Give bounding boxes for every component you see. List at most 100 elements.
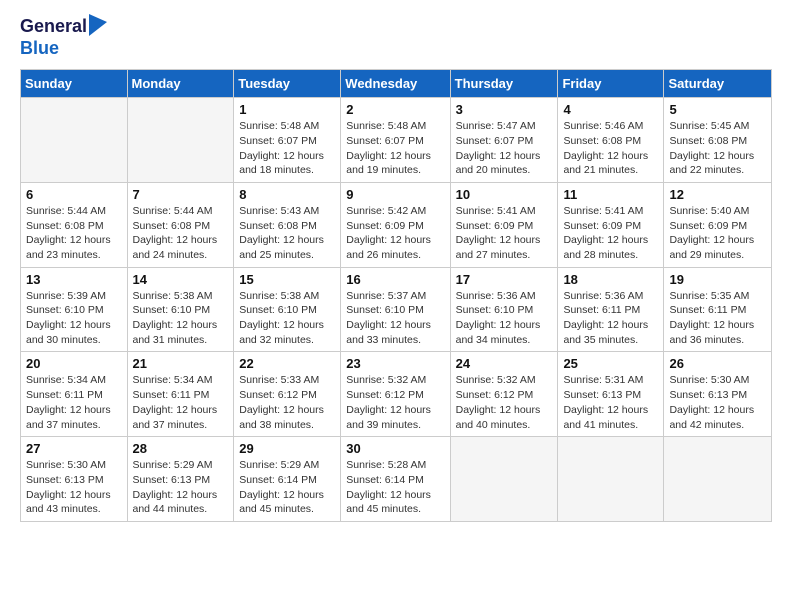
- day-number: 30: [346, 441, 444, 456]
- day-number: 2: [346, 102, 444, 117]
- logo-blue: Blue: [20, 38, 59, 58]
- day-detail: Sunrise: 5:40 AMSunset: 6:09 PMDaylight:…: [669, 204, 766, 263]
- day-number: 22: [239, 356, 335, 371]
- calendar-cell: 8 Sunrise: 5:43 AMSunset: 6:08 PMDaylight…: [234, 182, 341, 267]
- day-number: 11: [563, 187, 658, 202]
- calendar-header-monday: Monday: [127, 70, 234, 98]
- week-row-3: 13Sunrise: 5:39 AMSunset: 6:10 PMDayligh…: [21, 267, 772, 352]
- calendar-cell: 29 Sunrise: 5:29 AMSunset: 6:14 PMDayligh…: [234, 437, 341, 522]
- day-number: 5: [669, 102, 766, 117]
- day-number: 16: [346, 272, 444, 287]
- day-detail: Sunrise: 5:44 AMSunset: 6:08 PMDaylight:…: [133, 204, 229, 263]
- day-detail: Sunrise: 5:37 AMSunset: 6:10 PMDaylight:…: [346, 289, 444, 348]
- day-number: 19: [669, 272, 766, 287]
- week-row-4: 20 Sunrise: 5:34 AMSunset: 6:11 PMDayligh…: [21, 352, 772, 437]
- logo-general: General: [20, 16, 87, 38]
- calendar-cell: 23 Sunrise: 5:32 AMSunset: 6:12 PMDayligh…: [341, 352, 450, 437]
- calendar-header-tuesday: Tuesday: [234, 70, 341, 98]
- calendar-cell: [21, 98, 128, 183]
- calendar-cell: 22 Sunrise: 5:33 AMSunset: 6:12 PMDayligh…: [234, 352, 341, 437]
- day-number: 25: [563, 356, 658, 371]
- calendar-table: SundayMondayTuesdayWednesdayThursdayFrid…: [20, 69, 772, 522]
- day-detail: Sunrise: 5:36 AMSunset: 6:11 PMDaylight:…: [563, 289, 658, 348]
- day-number: 28: [133, 441, 229, 456]
- calendar-header-wednesday: Wednesday: [341, 70, 450, 98]
- calendar-header-row: SundayMondayTuesdayWednesdayThursdayFrid…: [21, 70, 772, 98]
- calendar-cell: 3Sunrise: 5:47 AMSunset: 6:07 PMDaylight…: [450, 98, 558, 183]
- calendar-header-thursday: Thursday: [450, 70, 558, 98]
- day-detail: Sunrise: 5:32 AMSunset: 6:12 PMDaylight:…: [346, 373, 444, 432]
- calendar-cell: 2 Sunrise: 5:48 AMSunset: 6:07 PMDaylight…: [341, 98, 450, 183]
- day-detail: Sunrise: 5:48 AMSunset: 6:07 PMDaylight:…: [346, 119, 444, 178]
- week-row-2: 6 Sunrise: 5:44 AMSunset: 6:08 PMDaylight…: [21, 182, 772, 267]
- day-detail: Sunrise: 5:33 AMSunset: 6:12 PMDaylight:…: [239, 373, 335, 432]
- calendar-cell: 11 Sunrise: 5:41 AMSunset: 6:09 PMDayligh…: [558, 182, 664, 267]
- calendar-cell: 24 Sunrise: 5:32 AMSunset: 6:12 PMDayligh…: [450, 352, 558, 437]
- calendar-cell: [450, 437, 558, 522]
- day-detail: Sunrise: 5:46 AMSunset: 6:08 PMDaylight:…: [563, 119, 658, 178]
- day-number: 10: [456, 187, 553, 202]
- calendar-cell: [664, 437, 772, 522]
- day-number: 27: [26, 441, 122, 456]
- day-detail: Sunrise: 5:44 AMSunset: 6:08 PMDaylight:…: [26, 204, 122, 263]
- day-number: 14: [133, 272, 229, 287]
- calendar-cell: 10 Sunrise: 5:41 AMSunset: 6:09 PMDayligh…: [450, 182, 558, 267]
- day-number: 17: [456, 272, 553, 287]
- week-row-5: 27Sunrise: 5:30 AMSunset: 6:13 PMDayligh…: [21, 437, 772, 522]
- day-detail: Sunrise: 5:35 AMSunset: 6:11 PMDaylight:…: [669, 289, 766, 348]
- day-number: 29: [239, 441, 335, 456]
- calendar-cell: 18 Sunrise: 5:36 AMSunset: 6:11 PMDayligh…: [558, 267, 664, 352]
- day-detail: Sunrise: 5:41 AMSunset: 6:09 PMDaylight:…: [563, 204, 658, 263]
- day-detail: Sunrise: 5:29 AMSunset: 6:14 PMDaylight:…: [239, 458, 335, 517]
- calendar-cell: 4Sunrise: 5:46 AMSunset: 6:08 PMDaylight…: [558, 98, 664, 183]
- day-detail: Sunrise: 5:39 AMSunset: 6:10 PMDaylight:…: [26, 289, 122, 348]
- calendar-cell: 14Sunrise: 5:38 AMSunset: 6:10 PMDayligh…: [127, 267, 234, 352]
- calendar-cell: 27Sunrise: 5:30 AMSunset: 6:13 PMDayligh…: [21, 437, 128, 522]
- day-detail: Sunrise: 5:34 AMSunset: 6:11 PMDaylight:…: [133, 373, 229, 432]
- calendar-header-friday: Friday: [558, 70, 664, 98]
- day-number: 15: [239, 272, 335, 287]
- day-number: 1: [239, 102, 335, 117]
- day-number: 24: [456, 356, 553, 371]
- day-detail: Sunrise: 5:48 AMSunset: 6:07 PMDaylight:…: [239, 119, 335, 178]
- calendar-cell: 17 Sunrise: 5:36 AMSunset: 6:10 PMDayligh…: [450, 267, 558, 352]
- calendar-cell: 15 Sunrise: 5:38 AMSunset: 6:10 PMDayligh…: [234, 267, 341, 352]
- calendar-cell: [127, 98, 234, 183]
- day-number: 21: [133, 356, 229, 371]
- day-detail: Sunrise: 5:47 AMSunset: 6:07 PMDaylight:…: [456, 119, 553, 178]
- calendar-header-sunday: Sunday: [21, 70, 128, 98]
- day-detail: Sunrise: 5:43 AMSunset: 6:08 PMDaylight:…: [239, 204, 335, 263]
- day-detail: Sunrise: 5:32 AMSunset: 6:12 PMDaylight:…: [456, 373, 553, 432]
- calendar-cell: 21 Sunrise: 5:34 AMSunset: 6:11 PMDayligh…: [127, 352, 234, 437]
- calendar-cell: 9 Sunrise: 5:42 AMSunset: 6:09 PMDaylight…: [341, 182, 450, 267]
- day-detail: Sunrise: 5:31 AMSunset: 6:13 PMDaylight:…: [563, 373, 658, 432]
- day-detail: Sunrise: 5:36 AMSunset: 6:10 PMDaylight:…: [456, 289, 553, 348]
- logo-icon: [89, 14, 107, 36]
- day-number: 7: [133, 187, 229, 202]
- calendar-header-saturday: Saturday: [664, 70, 772, 98]
- day-detail: Sunrise: 5:42 AMSunset: 6:09 PMDaylight:…: [346, 204, 444, 263]
- day-number: 6: [26, 187, 122, 202]
- day-number: 18: [563, 272, 658, 287]
- day-detail: Sunrise: 5:41 AMSunset: 6:09 PMDaylight:…: [456, 204, 553, 263]
- calendar-cell: 26 Sunrise: 5:30 AMSunset: 6:13 PMDayligh…: [664, 352, 772, 437]
- header: General Blue: [20, 16, 772, 59]
- day-detail: Sunrise: 5:38 AMSunset: 6:10 PMDaylight:…: [239, 289, 335, 348]
- day-detail: Sunrise: 5:45 AMSunset: 6:08 PMDaylight:…: [669, 119, 766, 178]
- calendar-cell: [558, 437, 664, 522]
- day-number: 23: [346, 356, 444, 371]
- day-number: 8: [239, 187, 335, 202]
- day-number: 26: [669, 356, 766, 371]
- week-row-1: 1 Sunrise: 5:48 AMSunset: 6:07 PMDaylight…: [21, 98, 772, 183]
- calendar-cell: 12 Sunrise: 5:40 AMSunset: 6:09 PMDayligh…: [664, 182, 772, 267]
- day-number: 20: [26, 356, 122, 371]
- day-number: 9: [346, 187, 444, 202]
- calendar-cell: 13Sunrise: 5:39 AMSunset: 6:10 PMDayligh…: [21, 267, 128, 352]
- day-detail: Sunrise: 5:30 AMSunset: 6:13 PMDaylight:…: [669, 373, 766, 432]
- day-number: 12: [669, 187, 766, 202]
- calendar-cell: 30Sunrise: 5:28 AMSunset: 6:14 PMDayligh…: [341, 437, 450, 522]
- page: General Blue SundayMondayTuesdayWednesda…: [0, 0, 792, 612]
- day-detail: Sunrise: 5:29 AMSunset: 6:13 PMDaylight:…: [133, 458, 229, 517]
- day-detail: Sunrise: 5:34 AMSunset: 6:11 PMDaylight:…: [26, 373, 122, 432]
- calendar-cell: 6 Sunrise: 5:44 AMSunset: 6:08 PMDaylight…: [21, 182, 128, 267]
